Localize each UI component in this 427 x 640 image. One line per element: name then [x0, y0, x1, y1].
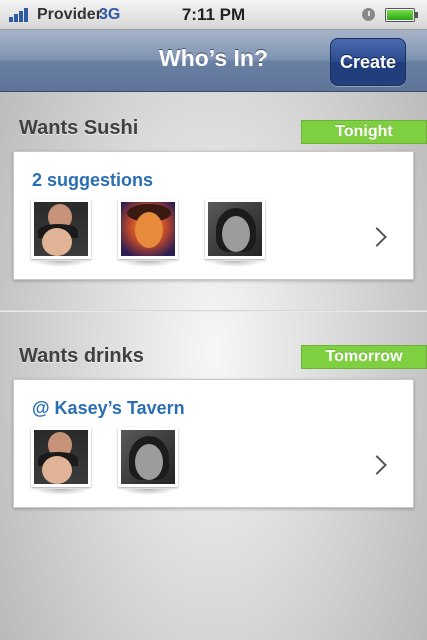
when-badge-tomorrow: Tomorrow [301, 345, 427, 369]
battery-icon [385, 8, 418, 22]
section-title-sushi: Wants Sushi [19, 117, 139, 139]
section-title-drinks: Wants drinks [19, 345, 144, 367]
avatar-couple [31, 199, 91, 267]
plan-card-drinks[interactable]: @ Kasey’s Tavern [13, 379, 414, 508]
plan-card-sushi[interactable]: 2 suggestions [13, 151, 414, 280]
card-heading-venue: @ Kasey’s Tavern [32, 398, 185, 418]
avatar-couple [31, 427, 91, 495]
status-bar: Provider 3G 7:11 PM [0, 0, 427, 30]
chevron-right-icon [367, 227, 387, 247]
avatar-painted-portrait [118, 199, 178, 267]
section-divider [0, 310, 427, 312]
nav-bar: Who’s In? Create [0, 30, 427, 92]
alarm-icon [362, 8, 375, 21]
create-button[interactable]: Create [330, 38, 406, 86]
avatar-bw-portrait [118, 427, 178, 495]
card-heading-suggestions: 2 suggestions [32, 170, 154, 190]
avatar-bw-portrait [205, 199, 265, 267]
chevron-right-icon [367, 455, 387, 475]
when-badge-tonight: Tonight [301, 120, 427, 144]
